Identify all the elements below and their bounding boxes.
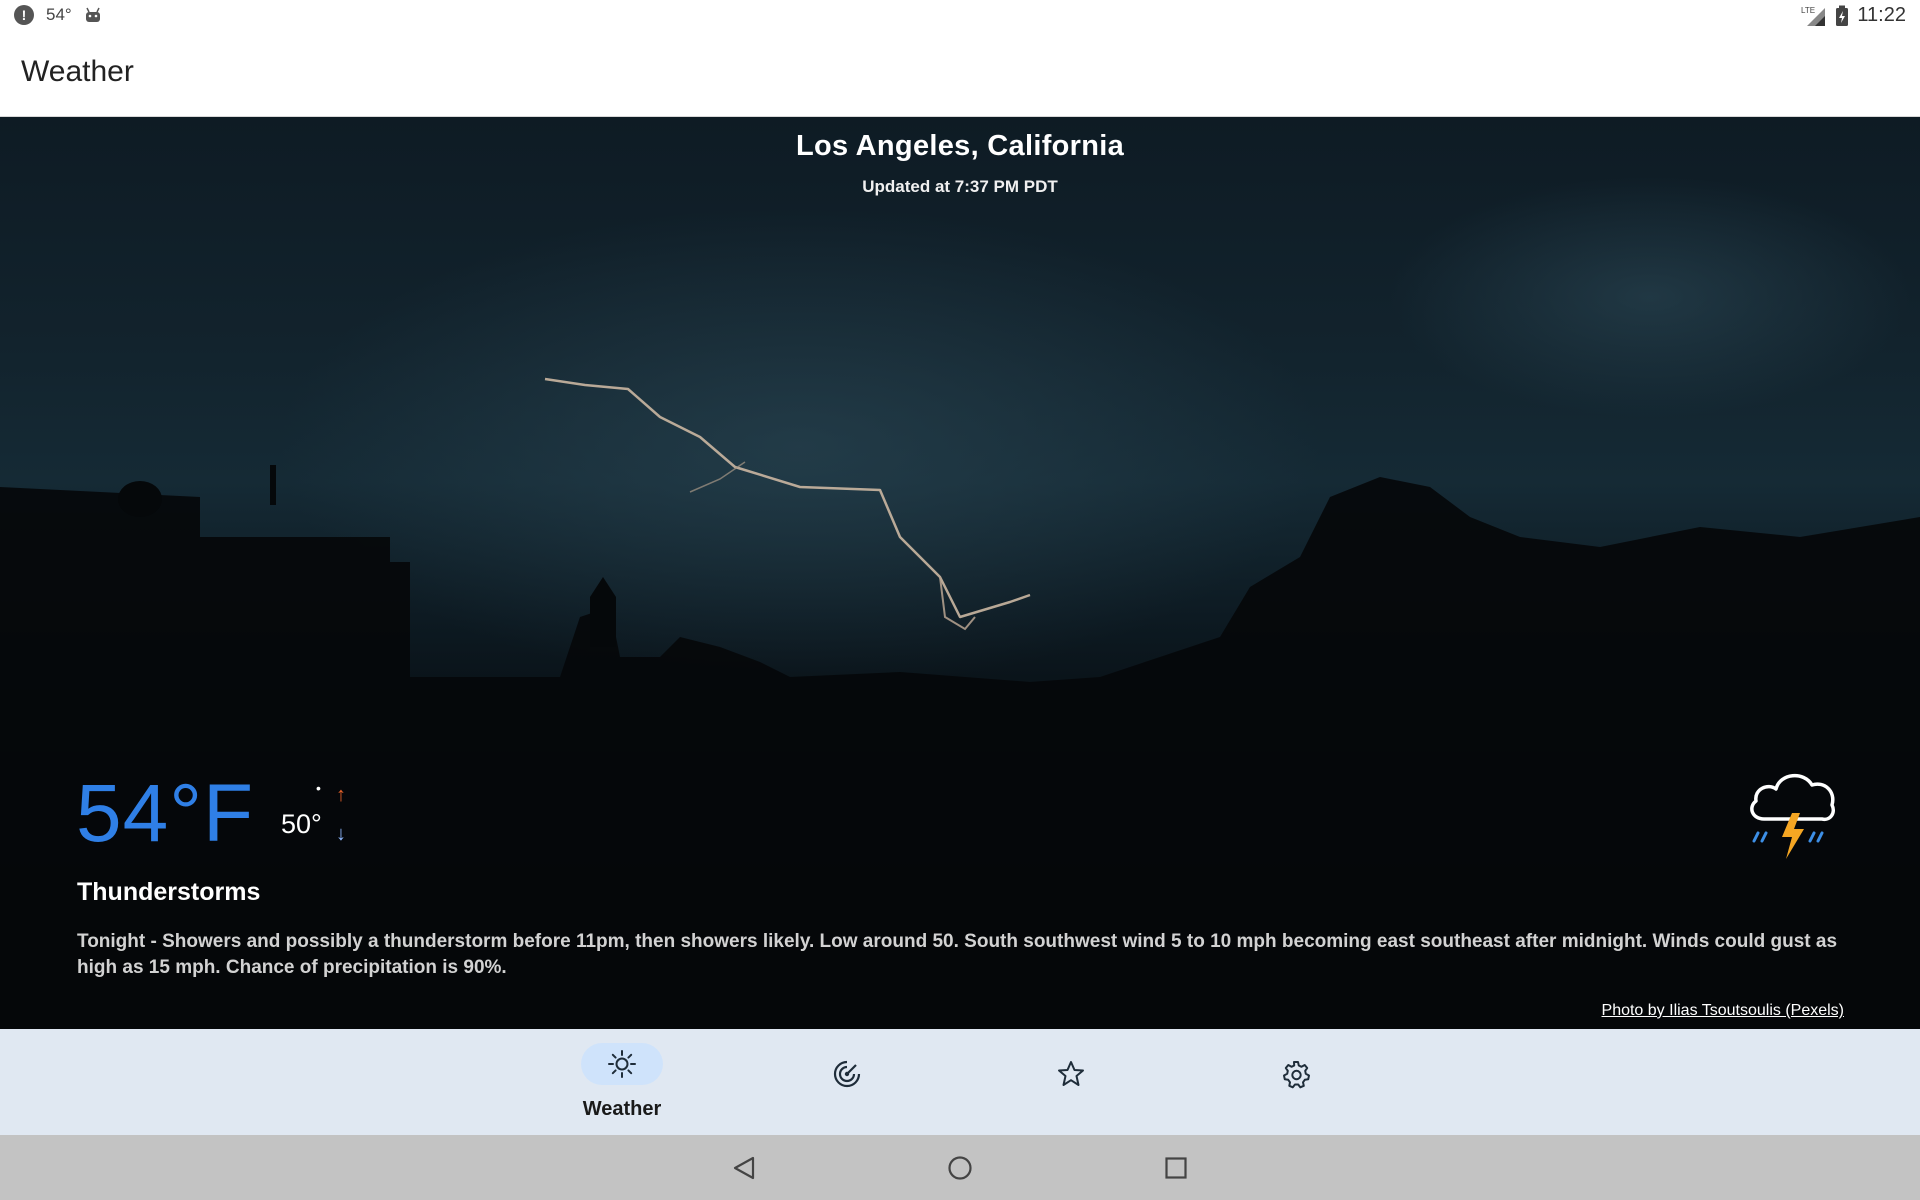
recents-button[interactable]: [1158, 1150, 1194, 1186]
high-low-temps: • ↑ 50° ↓: [281, 780, 361, 860]
sun-icon: [608, 1050, 636, 1078]
cell-signal-icon: LTE: [1801, 6, 1826, 26]
arrow-up-icon: ↑: [336, 784, 346, 806]
recents-square-icon: [1165, 1157, 1187, 1179]
weather-hero: Los Angeles, California Updated at 7:37 …: [0, 117, 1920, 1029]
photo-credit-link[interactable]: Photo by Ilias Tsoutsoulis (Pexels): [1602, 1002, 1844, 1020]
svg-text:LTE: LTE: [1801, 6, 1815, 15]
location-title: Los Angeles, California: [795, 130, 1125, 162]
nav-pill-radar[interactable]: [806, 1053, 888, 1095]
radar-icon: [833, 1060, 861, 1088]
forecast-text: Tonight - Showers and possibly a thunder…: [77, 931, 1838, 978]
thunderstorm-icon: [1750, 774, 1835, 859]
alert-circle-icon: !: [14, 5, 34, 25]
page-title: Weather: [21, 55, 134, 88]
star-icon: [1058, 1061, 1084, 1086]
status-left: ! 54°: [14, 5, 102, 25]
back-triangle-icon: [733, 1156, 755, 1180]
status-right: LTE 11:22: [1801, 4, 1906, 27]
battery-charging-icon: [1836, 5, 1849, 26]
back-button[interactable]: [726, 1150, 762, 1186]
nav-label-weather: Weather: [582, 1098, 662, 1120]
android-icon: [85, 7, 100, 22]
system-navigation-bar: [0, 1135, 1920, 1200]
app-bar: Weather: [0, 32, 1920, 117]
gear-icon: [1283, 1061, 1310, 1089]
current-temperature: 54°F: [76, 768, 255, 859]
status-bar: ! 54° LTE 11:22: [0, 0, 1920, 32]
bottom-navigation: Weather: [0, 1029, 1920, 1135]
nav-item-weather[interactable]: Weather: [577, 1043, 667, 1123]
condition-label: Thunderstorms: [77, 878, 261, 906]
nav-item-radar[interactable]: [802, 1043, 892, 1123]
nav-pill-weather[interactable]: [581, 1043, 663, 1085]
low-temperature: 50°: [281, 809, 322, 839]
home-circle-icon: [948, 1156, 972, 1180]
status-temperature: 54°: [46, 5, 72, 24]
nav-item-favorites[interactable]: [1026, 1043, 1116, 1123]
updated-time: Updated at 7:37 PM PDT: [862, 177, 1058, 196]
clock: 11:22: [1857, 4, 1906, 26]
nav-item-settings[interactable]: [1251, 1043, 1341, 1123]
background-photo: [0, 177, 1920, 1029]
weather-app: ! 54° LTE 11:22 Weather Los Angeles, Cal…: [0, 0, 1920, 1200]
high-temperature: •: [316, 780, 321, 796]
nav-pill-settings[interactable]: [1255, 1053, 1337, 1095]
home-button[interactable]: [942, 1150, 978, 1186]
nav-pill-favorites[interactable]: [1030, 1053, 1112, 1095]
arrow-down-icon: ↓: [336, 823, 346, 845]
